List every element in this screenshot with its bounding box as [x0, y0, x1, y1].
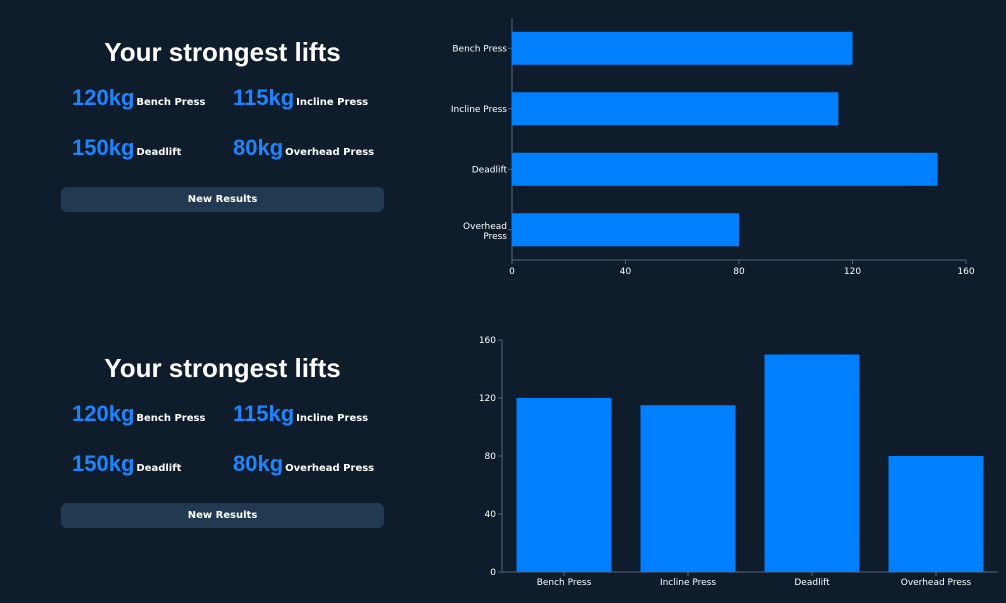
x-tick-label: Deadlift	[794, 578, 830, 588]
new-results-button[interactable]: New Results	[61, 503, 384, 528]
lift-stat-overhead-press: 80kg Overhead Press	[233, 135, 374, 161]
lift-value: 120kg	[72, 401, 135, 426]
bar-incline-press	[640, 405, 736, 572]
lift-grid: 120kg Bench Press 115kg Incline Press 150k…	[61, 401, 384, 501]
lift-value: 80kg	[233, 451, 284, 476]
lift-name: Bench Press	[136, 413, 206, 424]
lift-stat-incline-press: 115kg Incline Press	[233, 401, 368, 427]
lift-value: 115kg	[233, 401, 295, 426]
panel-title: Your strongest lifts	[104, 353, 341, 383]
x-tick-label: Bench Press	[537, 578, 592, 588]
lift-stat-bench-press: 120kg Bench Press	[72, 401, 205, 427]
lift-stat-incline-press: 115kg Incline Press	[233, 85, 368, 111]
lift-stat-deadlift: 150kg Deadlift	[72, 451, 181, 477]
y-tick-label: Bench Press	[452, 44, 507, 54]
panel-title: Your strongest lifts	[104, 37, 341, 67]
y-tick-label: 80	[485, 452, 497, 462]
y-tick-label: 40	[485, 510, 497, 520]
lift-name: Incline Press	[296, 97, 369, 108]
lift-name: Deadlift	[136, 147, 182, 158]
lift-name: Incline Press	[296, 413, 369, 424]
lift-name: Overhead Press	[285, 463, 375, 474]
y-tick-label: 120	[479, 394, 496, 404]
strongest-lifts-panel-bottom: Your strongest lifts 120kg Bench Press 11…	[61, 353, 384, 533]
x-tick-label: 120	[844, 267, 861, 277]
vertical-bar-chart: 0 40 80 120 160 Bench Press Incline Press Deadl…	[479, 336, 998, 588]
lift-value: 80kg	[233, 135, 284, 160]
strongest-lifts-panel-top: Your strongest lifts 120kg Bench Press 11…	[61, 37, 384, 217]
bar-bench-press	[516, 398, 612, 572]
lift-value: 115kg	[233, 85, 295, 110]
lift-name: Deadlift	[136, 463, 182, 474]
lift-stat-bench-press: 120kg Bench Press	[72, 85, 205, 111]
y-tick-label: 0	[490, 568, 496, 578]
x-tick-label: 80	[733, 267, 745, 277]
bar-overhead-press	[512, 213, 739, 247]
lift-value: 150kg	[72, 451, 135, 476]
y-tick-label: Incline Press	[451, 105, 507, 115]
lift-stat-overhead-press: 80kg Overhead Press	[233, 451, 374, 477]
lift-stat-deadlift: 150kg Deadlift	[72, 135, 181, 161]
lift-value: 120kg	[72, 85, 135, 110]
lift-grid: 120kg Bench Press 115kg Incline Press 150k…	[61, 85, 384, 185]
lift-name: Overhead Press	[285, 147, 375, 158]
bar-deadlift	[512, 152, 938, 186]
x-tick-label: Overhead Press	[901, 578, 972, 588]
bar-deadlift	[764, 354, 860, 572]
bar-incline-press	[512, 92, 839, 126]
bar-overhead-press	[888, 456, 984, 572]
x-tick-label: Incline Press	[660, 578, 716, 588]
horizontal-bar-chart: 0 40 80 120 160 Bench Press Incline Press Deadl…	[451, 18, 975, 277]
lift-value: 150kg	[72, 135, 135, 160]
y-tick-label: Deadlift	[472, 165, 508, 175]
x-tick-label: 160	[957, 267, 974, 277]
y-tick-label: Overhead Press	[463, 222, 507, 242]
y-tick-label: 160	[479, 336, 496, 346]
lift-name: Bench Press	[136, 97, 206, 108]
new-results-button[interactable]: New Results	[61, 187, 384, 212]
bar-bench-press	[512, 31, 853, 65]
x-tick-label: 40	[620, 267, 632, 277]
x-tick-label: 0	[509, 267, 515, 277]
